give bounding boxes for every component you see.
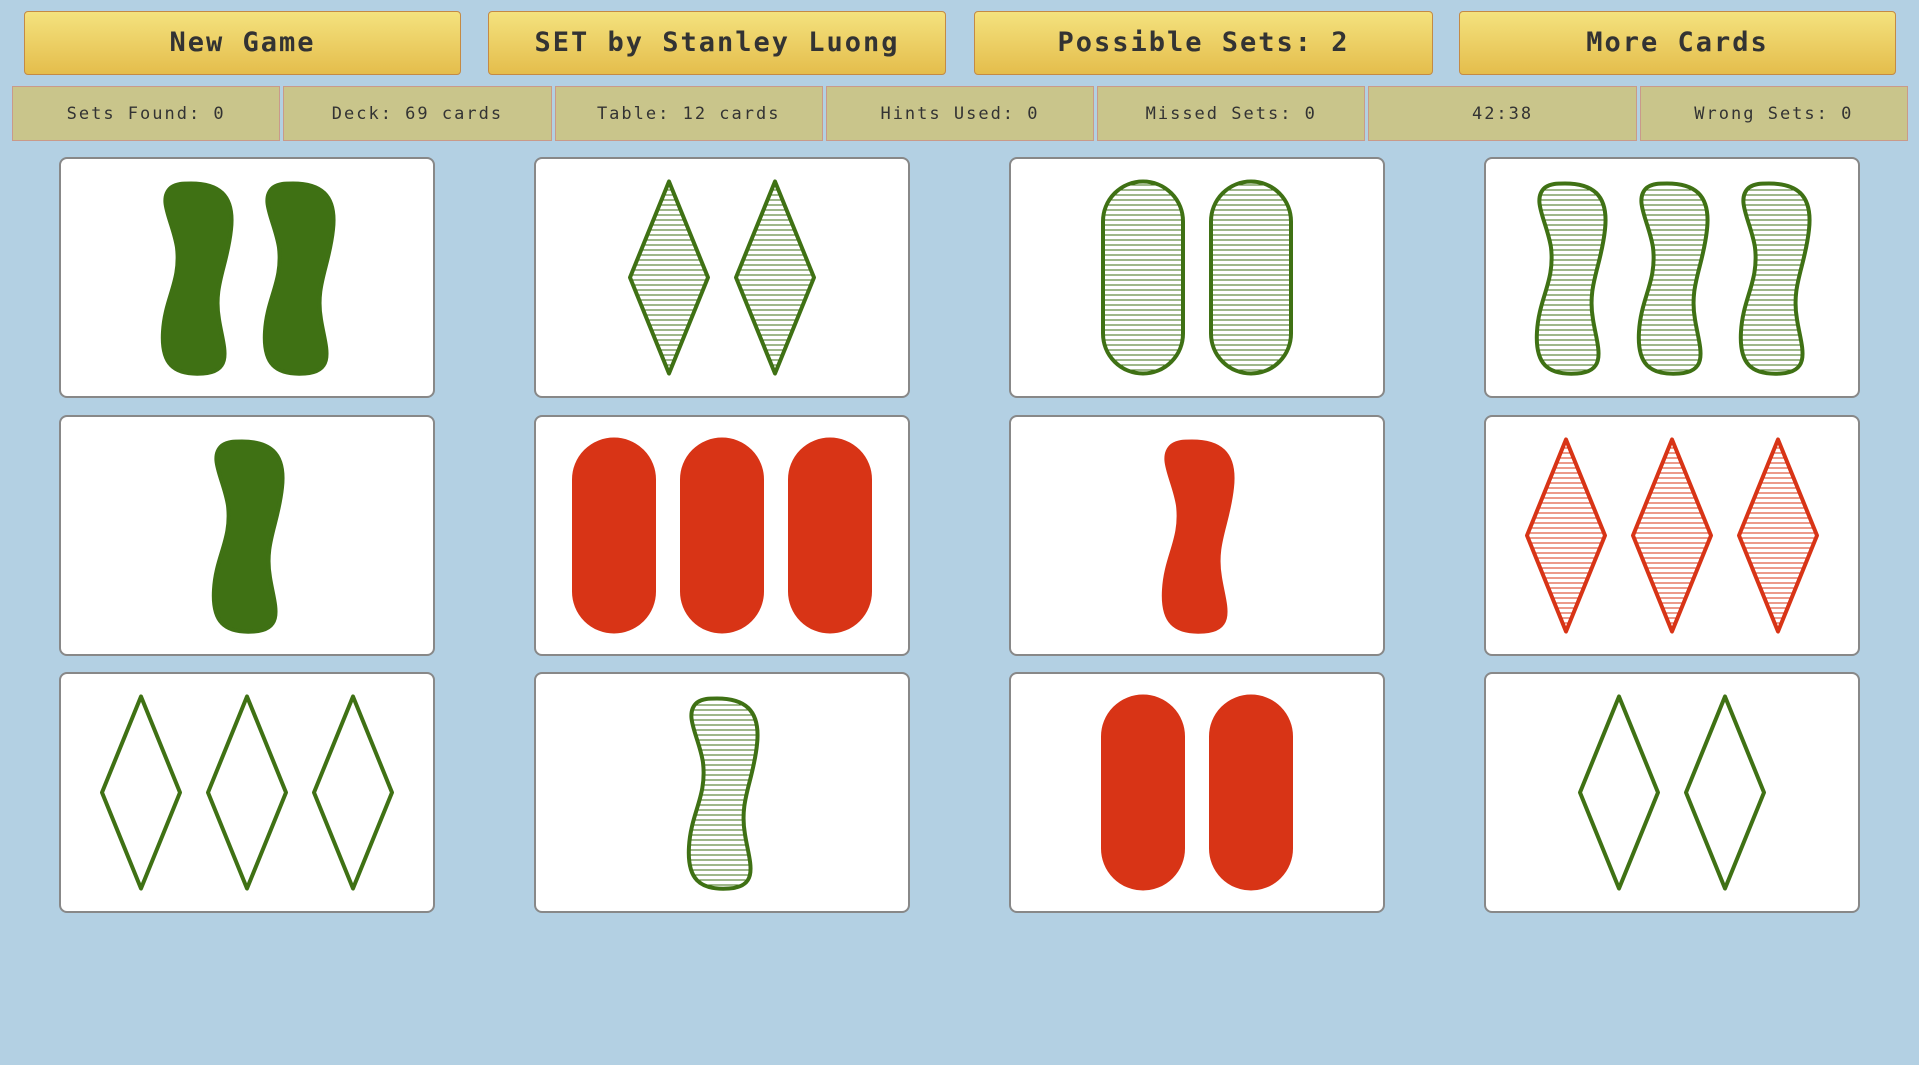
game-title-button[interactable]: SET by Stanley Luong [488, 11, 946, 75]
card-symbols [211, 439, 285, 634]
card-symbols [1525, 437, 1819, 634]
oval-symbol [572, 437, 656, 634]
squiggle-symbol [160, 181, 234, 376]
diamond-symbol [100, 694, 182, 891]
diamond-symbol [1525, 437, 1607, 634]
set-card[interactable] [59, 415, 435, 656]
sets-found-stat: Sets Found: 0 [12, 86, 281, 141]
set-card[interactable] [1484, 672, 1860, 913]
card-symbols [100, 694, 394, 891]
diamond-symbol [312, 694, 394, 891]
card-symbols [686, 696, 760, 891]
squiggle-symbol [211, 439, 285, 634]
card-symbols [1534, 181, 1812, 376]
hints-used-stat: Hints Used: 0 [825, 86, 1095, 141]
wrong-sets-stat: Wrong Sets: 0 [1639, 86, 1908, 141]
new-game-button[interactable]: New Game [24, 11, 461, 75]
diamond-symbol [1684, 694, 1766, 891]
set-card[interactable] [534, 672, 910, 913]
diamond-symbol [1631, 437, 1713, 634]
squiggle-symbol [1534, 181, 1608, 376]
set-card[interactable] [1009, 415, 1385, 656]
diamond-symbol [734, 179, 816, 376]
set-card[interactable] [59, 157, 435, 398]
set-card[interactable] [1484, 157, 1860, 398]
diamond-symbol [1578, 694, 1660, 891]
set-card[interactable] [1009, 157, 1385, 398]
possible-sets-button[interactable]: Possible Sets: 2 [974, 11, 1433, 75]
oval-symbol [680, 437, 764, 634]
timer-stat: 42:38 [1368, 86, 1637, 141]
squiggle-symbol [1161, 439, 1235, 634]
card-symbols [1161, 439, 1235, 634]
diamond-symbol [206, 694, 288, 891]
stats-bar: Sets Found: 0 Deck: 69 cards Table: 12 c… [12, 86, 1908, 141]
diamond-symbol [628, 179, 710, 376]
missed-sets-stat: Missed Sets: 0 [1097, 86, 1366, 141]
set-card[interactable] [534, 415, 910, 656]
oval-symbol [1101, 694, 1185, 891]
card-symbols [160, 181, 336, 376]
set-card[interactable] [1009, 672, 1385, 913]
set-card[interactable] [59, 672, 435, 913]
card-symbols [1578, 694, 1766, 891]
oval-symbol [1209, 179, 1293, 376]
squiggle-symbol [686, 696, 760, 891]
card-symbols [572, 437, 872, 634]
oval-symbol [1101, 179, 1185, 376]
oval-symbol [788, 437, 872, 634]
squiggle-symbol [1636, 181, 1710, 376]
card-symbols [1101, 694, 1293, 891]
top-toolbar: New Game SET by Stanley Luong Possible S… [0, 0, 1919, 80]
deck-count-stat: Deck: 69 cards [283, 86, 552, 141]
squiggle-symbol [1738, 181, 1812, 376]
squiggle-symbol [262, 181, 336, 376]
card-symbols [1101, 179, 1293, 376]
diamond-symbol [1737, 437, 1819, 634]
more-cards-button[interactable]: More Cards [1459, 11, 1896, 75]
table-count-stat: Table: 12 cards [554, 86, 823, 141]
set-card[interactable] [1484, 415, 1860, 656]
card-symbols [628, 179, 816, 376]
set-card[interactable] [534, 157, 910, 398]
oval-symbol [1209, 694, 1293, 891]
